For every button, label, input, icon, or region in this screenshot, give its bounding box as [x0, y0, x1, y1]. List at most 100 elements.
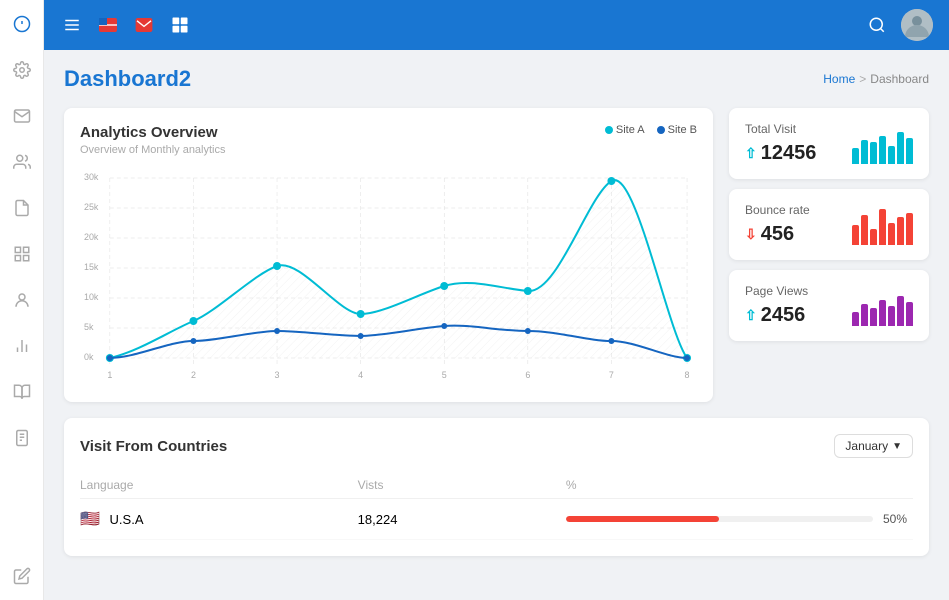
table-row: 🇺🇸 U.S.A 18,224 50%	[80, 499, 913, 540]
analytics-subtitle: Overview of Monthly analytics	[80, 144, 697, 156]
menu-icon[interactable]	[60, 13, 84, 37]
countries-title: Visit From Countries	[80, 438, 227, 455]
stat-number-bounce-rate: 456	[761, 223, 794, 246]
svg-text:25k: 25k	[84, 202, 99, 212]
countries-header: Visit From Countries January ▼	[80, 434, 913, 458]
col-header-visits: Vists	[358, 478, 566, 492]
breadcrumb: Home > Dashboard	[823, 72, 929, 86]
percent-text: 50%	[883, 512, 913, 526]
svg-text:3: 3	[275, 370, 280, 380]
avatar[interactable]	[901, 9, 933, 41]
legend-dot-a	[605, 126, 613, 134]
sidebar-icon-mail[interactable]	[8, 102, 36, 130]
page-title: Dashboard2	[64, 66, 191, 92]
col-header-language: Language	[80, 478, 358, 492]
legend-dot-b	[657, 126, 665, 134]
sidebar-icon-settings[interactable]	[8, 56, 36, 84]
progress-bar-fill	[566, 516, 720, 522]
mail-alert-icon[interactable]	[132, 13, 156, 37]
country-flag: 🇺🇸	[80, 511, 100, 528]
mini-bar	[888, 306, 895, 326]
stat-value-page-views: ⇧ 2456	[745, 304, 808, 327]
svg-text:10k: 10k	[84, 292, 99, 302]
legend-site-a: Site A	[605, 124, 645, 136]
mini-bar	[852, 225, 859, 245]
search-icon[interactable]	[865, 13, 889, 37]
country-percent-col: 50%	[566, 512, 913, 526]
chevron-down-icon: ▼	[892, 441, 902, 452]
stat-card-total-visit: Total Visit ⇧ 12456	[729, 108, 929, 179]
mini-bar	[861, 140, 868, 164]
mini-bar	[852, 312, 859, 326]
svg-text:1: 1	[107, 370, 112, 380]
trend-arrow-up: ⇧	[745, 145, 757, 162]
mini-chart-page-views	[852, 286, 913, 326]
stats-column: Total Visit ⇧ 12456	[729, 108, 929, 402]
stat-number-total-visit: 12456	[761, 142, 817, 165]
dashboard-grid: Analytics Overview Site A Site B Overvie…	[64, 108, 929, 402]
stat-number-page-views: 2456	[761, 304, 806, 327]
mini-chart-total-visit	[852, 124, 913, 164]
mini-bar	[852, 148, 859, 164]
svg-text:6: 6	[525, 370, 530, 380]
svg-text:8: 8	[685, 370, 690, 380]
flag-icon[interactable]	[96, 13, 120, 37]
mini-bar	[906, 138, 913, 164]
mini-bar	[861, 304, 868, 326]
sidebar-icon-team[interactable]	[8, 286, 36, 314]
sidebar-icon-users[interactable]	[8, 148, 36, 176]
countries-section: Visit From Countries January ▼ Language …	[64, 418, 929, 556]
trend-arrow-down: ⇩	[745, 226, 757, 243]
mini-bar	[897, 296, 904, 326]
analytics-title: Analytics Overview	[80, 124, 218, 141]
breadcrumb-current: Dashboard	[870, 72, 929, 86]
svg-text:30k: 30k	[84, 172, 99, 182]
mini-bar	[897, 217, 904, 245]
mini-bar	[870, 229, 877, 245]
svg-text:20k: 20k	[84, 232, 99, 242]
stat-info-total-visit: Total Visit ⇧ 12456	[745, 122, 816, 165]
country-name: 🇺🇸 U.S.A	[80, 509, 358, 529]
main-area: Dashboard2 Home > Dashboard Analytics Ov…	[44, 0, 949, 600]
stat-info-page-views: Page Views ⇧ 2456	[745, 284, 808, 327]
sidebar-icon-file[interactable]	[8, 194, 36, 222]
sidebar-icon-notification[interactable]	[8, 10, 36, 38]
mini-chart-bounce-rate	[852, 205, 913, 245]
sidebar	[0, 0, 44, 600]
progress-bar-bg	[566, 516, 873, 522]
chart-legend: Site A Site B	[605, 124, 697, 136]
svg-text:15k: 15k	[84, 262, 99, 272]
country-label: U.S.A	[110, 512, 144, 527]
mini-bar	[888, 146, 895, 164]
stat-label-total-visit: Total Visit	[745, 122, 816, 136]
page-content: Dashboard2 Home > Dashboard Analytics Ov…	[44, 50, 949, 600]
sidebar-icon-chart[interactable]	[8, 332, 36, 360]
stat-card-bounce-rate: Bounce rate ⇩ 456	[729, 189, 929, 260]
svg-text:0k: 0k	[84, 352, 94, 362]
mini-bar	[897, 132, 904, 164]
breadcrumb-home[interactable]: Home	[823, 72, 855, 86]
legend-label-b: Site B	[668, 124, 697, 136]
apps-icon[interactable]	[168, 13, 192, 37]
sidebar-icon-grid[interactable]	[8, 240, 36, 268]
analytics-chart: 30k 25k 20k 15k 10k 5k 0k	[80, 166, 697, 386]
month-selector[interactable]: January ▼	[834, 434, 913, 458]
mini-bar	[861, 215, 868, 245]
mini-bar	[870, 142, 877, 164]
sidebar-icon-report[interactable]	[8, 424, 36, 452]
trend-arrow-up-views: ⇧	[745, 307, 757, 324]
mini-bar	[879, 209, 886, 245]
stat-value-total-visit: ⇧ 12456	[745, 142, 816, 165]
topbar	[44, 0, 949, 50]
stat-info-bounce-rate: Bounce rate ⇩ 456	[745, 203, 810, 246]
mini-bar	[906, 302, 913, 326]
mini-bar	[870, 308, 877, 326]
sidebar-icon-book[interactable]	[8, 378, 36, 406]
sidebar-icon-edit[interactable]	[8, 562, 36, 590]
page-header: Dashboard2 Home > Dashboard	[64, 66, 929, 92]
svg-text:5: 5	[442, 370, 447, 380]
stat-label-page-views: Page Views	[745, 284, 808, 298]
svg-text:2: 2	[191, 370, 196, 380]
col-header-percent: %	[566, 478, 913, 492]
mini-bar	[888, 223, 895, 245]
